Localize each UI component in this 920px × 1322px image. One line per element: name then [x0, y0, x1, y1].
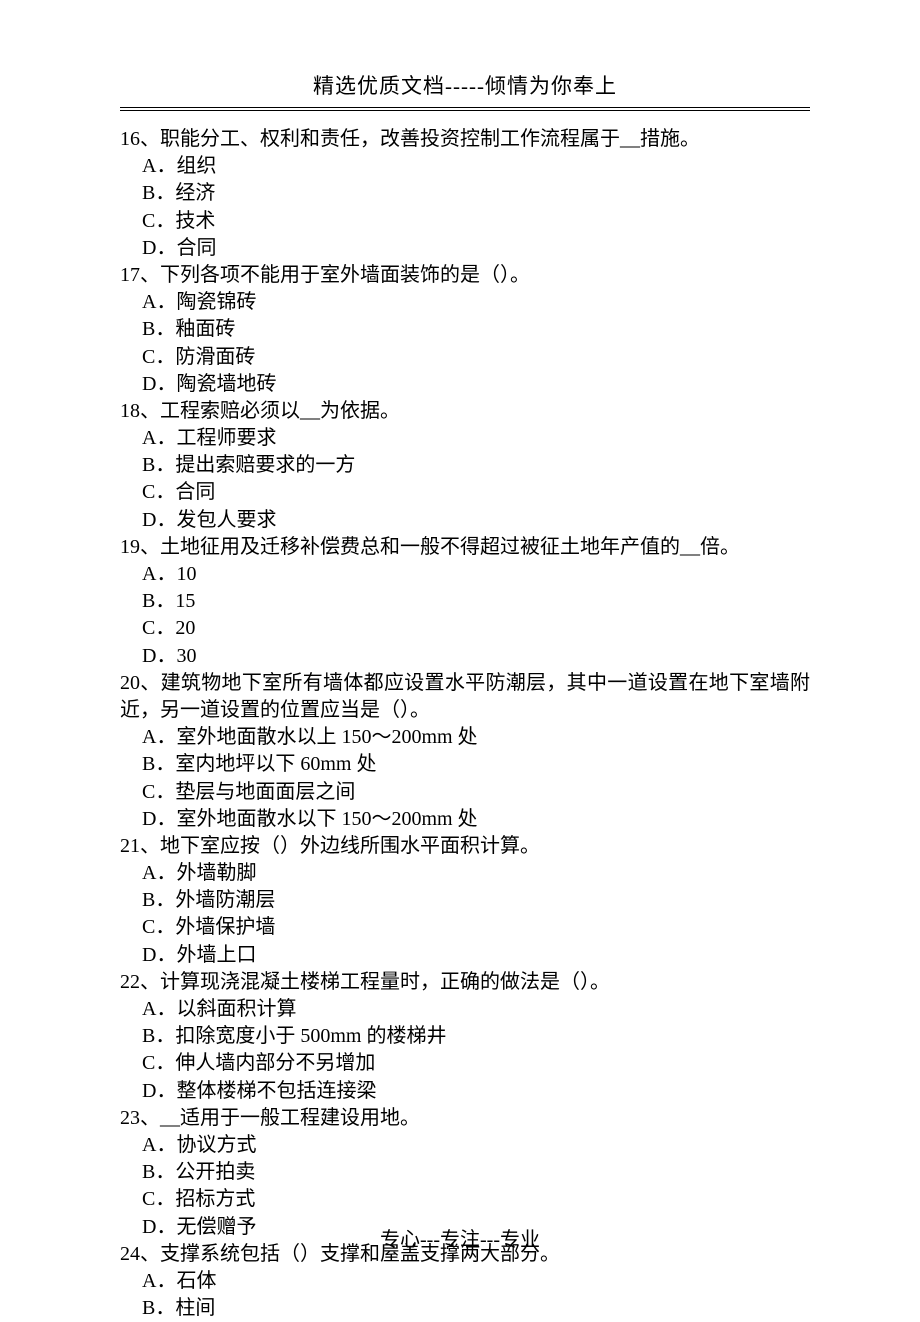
- question-option: D．整体楼梯不包括连接梁: [120, 1078, 810, 1105]
- question-option: C．防滑面砖: [120, 344, 810, 371]
- question-option: B．15: [120, 588, 810, 615]
- footer-text: 专心---专注---专业: [380, 1229, 540, 1251]
- question-option: C．合同: [120, 479, 810, 506]
- question-option: B．釉面砖: [120, 316, 810, 343]
- question-option: A．组织: [120, 153, 810, 180]
- question-option: D．陶瓷墙地砖: [120, 371, 810, 398]
- header-rule: [120, 107, 810, 108]
- question-option: D．外墙上口: [120, 942, 810, 969]
- question-option: D．30: [120, 643, 810, 670]
- question-stem: 16、职能分工、权利和责任，改善投资控制工作流程属于__措施。: [120, 126, 810, 153]
- question-option: A．外墙勒脚: [120, 860, 810, 887]
- question-option: C．垫层与地面面层之间: [120, 779, 810, 806]
- question-option: D．室外地面散水以下 150～200mm 处: [120, 806, 810, 833]
- question-stem: 21、地下室应按（）外边线所围水平面积计算。: [120, 833, 810, 860]
- question-stem: 19、土地征用及迁移补偿费总和一般不得超过被征土地年产值的__倍。: [120, 534, 810, 561]
- question-option: D．合同: [120, 235, 810, 262]
- question-option: B．柱间: [120, 1295, 810, 1322]
- question-stem: 20、建筑物地下室所有墙体都应设置水平防潮层，其中一道设置在地下室墙附近，另一道…: [120, 670, 810, 724]
- question-option: C．招标方式: [120, 1186, 810, 1213]
- question-option: A．石体: [120, 1268, 810, 1295]
- question-option: A．工程师要求: [120, 425, 810, 452]
- content-body: 16、职能分工、权利和责任，改善投资控制工作流程属于__措施。A．组织B．经济C…: [120, 126, 810, 1322]
- question-option: C．20: [120, 615, 810, 642]
- question-stem: 22、计算现浇混凝土楼梯工程量时，正确的做法是（）。: [120, 969, 810, 996]
- page-footer: 专心---专注---专业: [0, 1223, 920, 1252]
- question-option: A．协议方式: [120, 1132, 810, 1159]
- question-option: B．经济: [120, 180, 810, 207]
- question-option: A．10: [120, 561, 810, 588]
- question-stem: 23、__适用于一般工程建设用地。: [120, 1105, 810, 1132]
- question-option: D．发包人要求: [120, 507, 810, 534]
- question-option: B．提出索赔要求的一方: [120, 452, 810, 479]
- question-option: B．公开拍卖: [120, 1159, 810, 1186]
- header-text: 精选优质文档-----倾情为你奉上: [313, 74, 617, 98]
- question-option: A．室外地面散水以上 150～200mm 处: [120, 724, 810, 751]
- question-stem: 18、工程索赔必须以__为依据。: [120, 398, 810, 425]
- question-stem: 17、下列各项不能用于室外墙面装饰的是（）。: [120, 262, 810, 289]
- question-option: C．伸人墙内部分不另增加: [120, 1050, 810, 1077]
- question-option: C．技术: [120, 208, 810, 235]
- page-header: 精选优质文档-----倾情为你奉上: [120, 70, 810, 108]
- question-option: B．外墙防潮层: [120, 887, 810, 914]
- question-option: A．陶瓷锦砖: [120, 289, 810, 316]
- question-option: C．外墙保护墙: [120, 914, 810, 941]
- question-option: B．扣除宽度小于 500mm 的楼梯井: [120, 1023, 810, 1050]
- question-option: A．以斜面积计算: [120, 996, 810, 1023]
- question-option: B．室内地坪以下 60mm 处: [120, 751, 810, 778]
- page: 精选优质文档-----倾情为你奉上 16、职能分工、权利和责任，改善投资控制工作…: [0, 0, 920, 1322]
